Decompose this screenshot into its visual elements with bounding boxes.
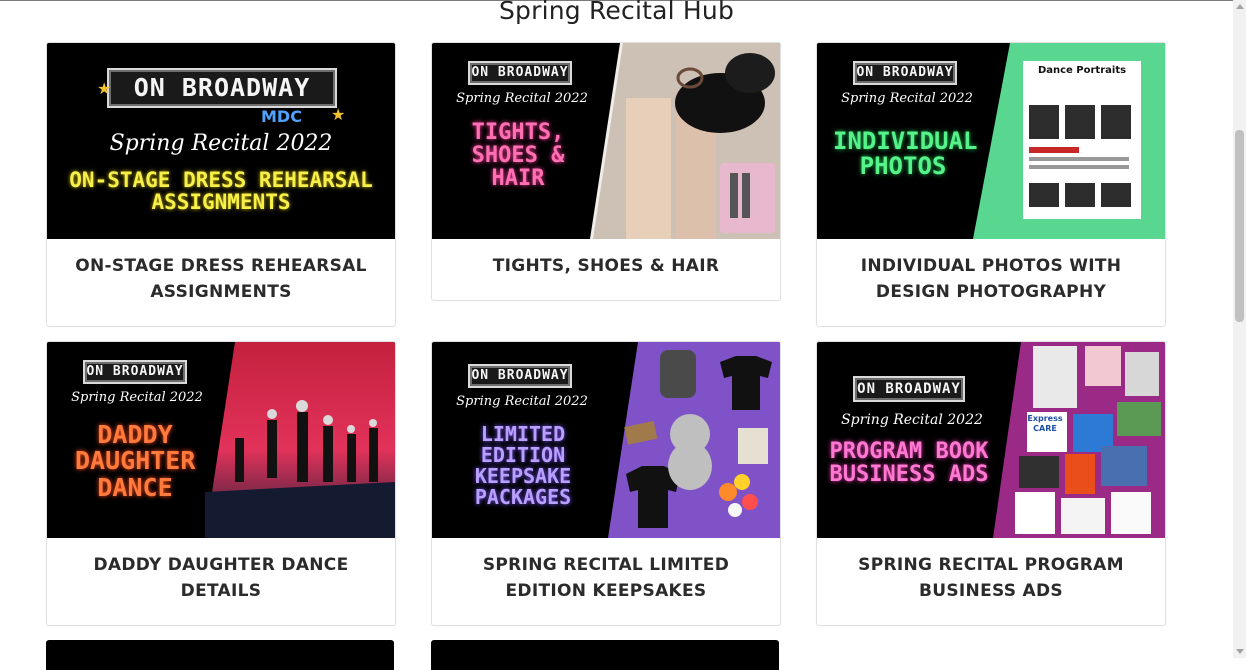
scroll-thumb[interactable] <box>1235 130 1244 322</box>
stage-photo <box>205 342 395 538</box>
star-icon: ★ <box>97 79 112 98</box>
studio-logo: MDC <box>261 107 302 126</box>
card-image[interactable]: ON BROADWAY Spring Recital 2022 LIMITED … <box>432 342 780 538</box>
banner-subtitle: Spring Recital 2022 <box>456 394 588 409</box>
banner-subtitle: Spring Recital 2022 <box>109 131 333 156</box>
ads-collage <box>993 342 1165 538</box>
banner-subtitle: Spring Recital 2022 <box>71 390 203 405</box>
flyer-heading: Dance Portraits <box>1037 65 1127 76</box>
marquee-sign: ON BROADWAY <box>83 360 187 384</box>
card-daddy-daughter[interactable]: ON BROADWAY Spring Recital 2022 DADDY DA… <box>46 341 396 626</box>
product-photo <box>590 43 780 239</box>
neon-text: LIMITED EDITION KEEPSAKE PACKAGES <box>474 422 572 509</box>
card-image[interactable]: Dance Portraits ON BROADWAY Spring Recit… <box>817 43 1165 239</box>
card-image[interactable]: ON BROADWAY Spring Recital 2022 DADDY DA… <box>47 342 395 538</box>
neon-text: TIGHTS, SHOES & HAIR <box>471 120 565 192</box>
ad-text: Express CARE <box>1027 414 1063 433</box>
scroll-up-icon[interactable] <box>1236 4 1244 9</box>
card-title[interactable]: SPRING RECITAL PROGRAM BUSINESS ADS <box>817 538 1165 604</box>
card-keepsakes[interactable]: ON BROADWAY Spring Recital 2022 LIMITED … <box>431 341 781 626</box>
neon-text: INDIVIDUAL PHOTOS <box>833 127 978 181</box>
card-dress-rehearsal[interactable]: ON BROADWAY ★ ★ MDC Spring Recital 2022 … <box>46 42 396 327</box>
card-image[interactable]: ON BROADWAY Spring Recital 2022 TIGHTS, … <box>432 43 780 239</box>
neon-text: ON-STAGE DRESS REHEARSAL ASSIGNMENTS <box>69 168 373 215</box>
marquee-sign: ON BROADWAY <box>853 61 957 85</box>
card-partial[interactable] <box>46 640 394 670</box>
card-title[interactable]: SPRING RECITAL LIMITED EDITION KEEPSAKES <box>432 538 780 604</box>
card-image[interactable]: ON BROADWAY ★ ★ MDC Spring Recital 2022 … <box>47 43 395 239</box>
banner-subtitle: Spring Recital 2022 <box>841 91 973 106</box>
marquee-sign: ON BROADWAY <box>107 68 337 108</box>
banner-subtitle: Spring Recital 2022 <box>841 412 983 428</box>
card-image[interactable]: Express CARE ON BROADWAY Spring Recital … <box>817 342 1165 538</box>
neon-text: DADDY DAUGHTER DANCE <box>75 420 196 502</box>
page-title: Spring Recital Hub <box>498 0 735 25</box>
marquee-sign: ON BROADWAY <box>468 364 572 388</box>
card-business-ads[interactable]: Express CARE ON BROADWAY Spring Recital … <box>816 341 1166 626</box>
marquee-sign: ON BROADWAY <box>853 376 965 402</box>
keepsake-photo <box>608 342 780 538</box>
scroll-down-icon[interactable] <box>1236 649 1244 654</box>
card-title[interactable]: DADDY DAUGHTER DANCE DETAILS <box>47 538 395 604</box>
card-individual-photos[interactable]: Dance Portraits ON BROADWAY Spring Recit… <box>816 42 1166 327</box>
card-tights-shoes-hair[interactable]: ON BROADWAY Spring Recital 2022 TIGHTS, … <box>431 42 781 301</box>
marquee-sign: ON BROADWAY <box>468 61 572 85</box>
star-icon: ★ <box>331 105 346 124</box>
neon-text: PROGRAM BOOK BUSINESS ADS <box>829 439 989 488</box>
card-title[interactable]: ON-STAGE DRESS REHEARSAL ASSIGNMENTS <box>47 239 395 305</box>
card-partial[interactable] <box>431 640 779 670</box>
card-title[interactable]: INDIVIDUAL PHOTOS WITH DESIGN PHOTOGRAPH… <box>817 239 1165 305</box>
card-title[interactable]: TIGHTS, SHOES & HAIR <box>432 239 780 279</box>
banner-subtitle: Spring Recital 2022 <box>456 91 588 106</box>
vertical-scrollbar[interactable] <box>1233 0 1246 658</box>
